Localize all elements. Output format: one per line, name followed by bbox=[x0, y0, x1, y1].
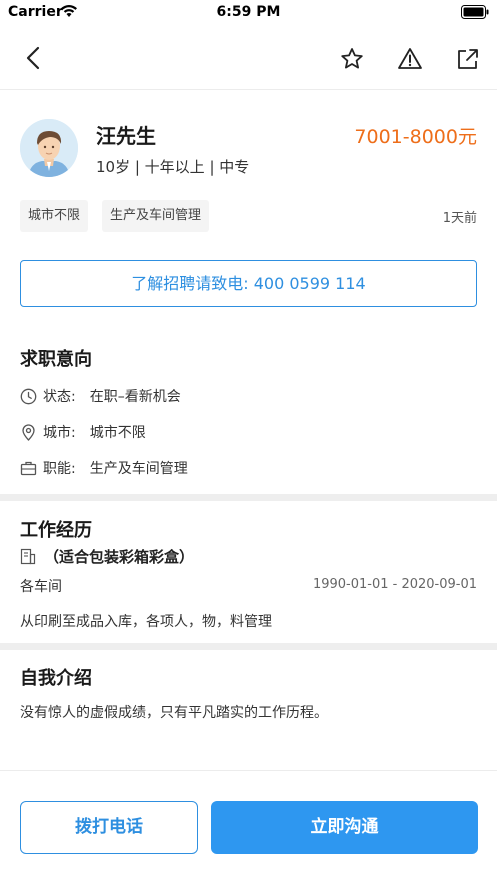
status-bar: Carrier 6:59 PM bbox=[0, 0, 497, 26]
intent-value-function: 生产及车间管理 bbox=[89, 461, 188, 477]
intent-value-city: 城市不限 bbox=[89, 425, 146, 441]
candidate-meta: 10岁 | 十年以上 | 中专 bbox=[96, 158, 250, 176]
section-divider bbox=[0, 643, 497, 650]
avatar bbox=[20, 119, 78, 177]
location-icon bbox=[22, 423, 35, 441]
section-title-work: 工作经历 bbox=[20, 520, 92, 541]
intent-label-status: 状态: bbox=[43, 389, 76, 405]
briefcase-icon bbox=[20, 461, 37, 475]
company-name: （适合包装彩箱彩盒） bbox=[44, 547, 195, 566]
clock-time: 6:59 PM bbox=[216, 4, 281, 20]
work-period: 1990-01-01 - 2020-09-01 bbox=[312, 577, 477, 592]
work-company: （适合包装彩箱彩盒） bbox=[20, 545, 194, 567]
call-button[interactable]: 拨打电话 bbox=[20, 801, 198, 854]
intro-text: 没有惊人的虚假成绩，只有平凡踏实的工作历程。 bbox=[20, 705, 328, 721]
posted-time: 1天前 bbox=[442, 211, 477, 226]
candidate-name: 汪先生 bbox=[96, 124, 156, 148]
building-icon bbox=[20, 548, 36, 564]
section-divider bbox=[0, 494, 497, 501]
work-description: 从印刷至成品入库，各项人，物，料管理 bbox=[20, 614, 272, 630]
intent-row-status: 状态: 在职–看新机会 bbox=[20, 386, 181, 406]
work-department: 各车间 bbox=[20, 579, 62, 595]
battery-icon bbox=[461, 5, 489, 19]
clock-icon bbox=[20, 388, 37, 404]
star-icon[interactable] bbox=[338, 45, 366, 73]
warning-icon[interactable] bbox=[396, 45, 424, 73]
chat-button[interactable]: 立即沟通 bbox=[211, 801, 478, 854]
intent-row-city: 城市: 城市不限 bbox=[20, 422, 146, 442]
back-arrow-icon[interactable] bbox=[20, 44, 48, 72]
section-title-intent: 求职意向 bbox=[20, 349, 92, 370]
intent-row-function: 职能: 生产及车间管理 bbox=[20, 458, 188, 478]
tag-function: 生产及车间管理 bbox=[102, 200, 210, 232]
person-avatar-icon bbox=[20, 119, 78, 177]
navigation-bar bbox=[0, 26, 497, 90]
share-icon[interactable] bbox=[454, 45, 482, 73]
intent-value-status: 在职–看新机会 bbox=[89, 389, 181, 405]
hotline-button[interactable]: 了解招聘请致电: 400 0599 114 bbox=[20, 260, 477, 307]
section-title-intro: 自我介绍 bbox=[20, 668, 92, 689]
salary-range: 7001-8000元 bbox=[354, 126, 477, 148]
bottom-divider bbox=[0, 770, 497, 771]
tag-city: 城市不限 bbox=[20, 200, 89, 232]
intent-label-city: 城市: bbox=[43, 425, 76, 441]
intent-label-function: 职能: bbox=[43, 461, 76, 477]
